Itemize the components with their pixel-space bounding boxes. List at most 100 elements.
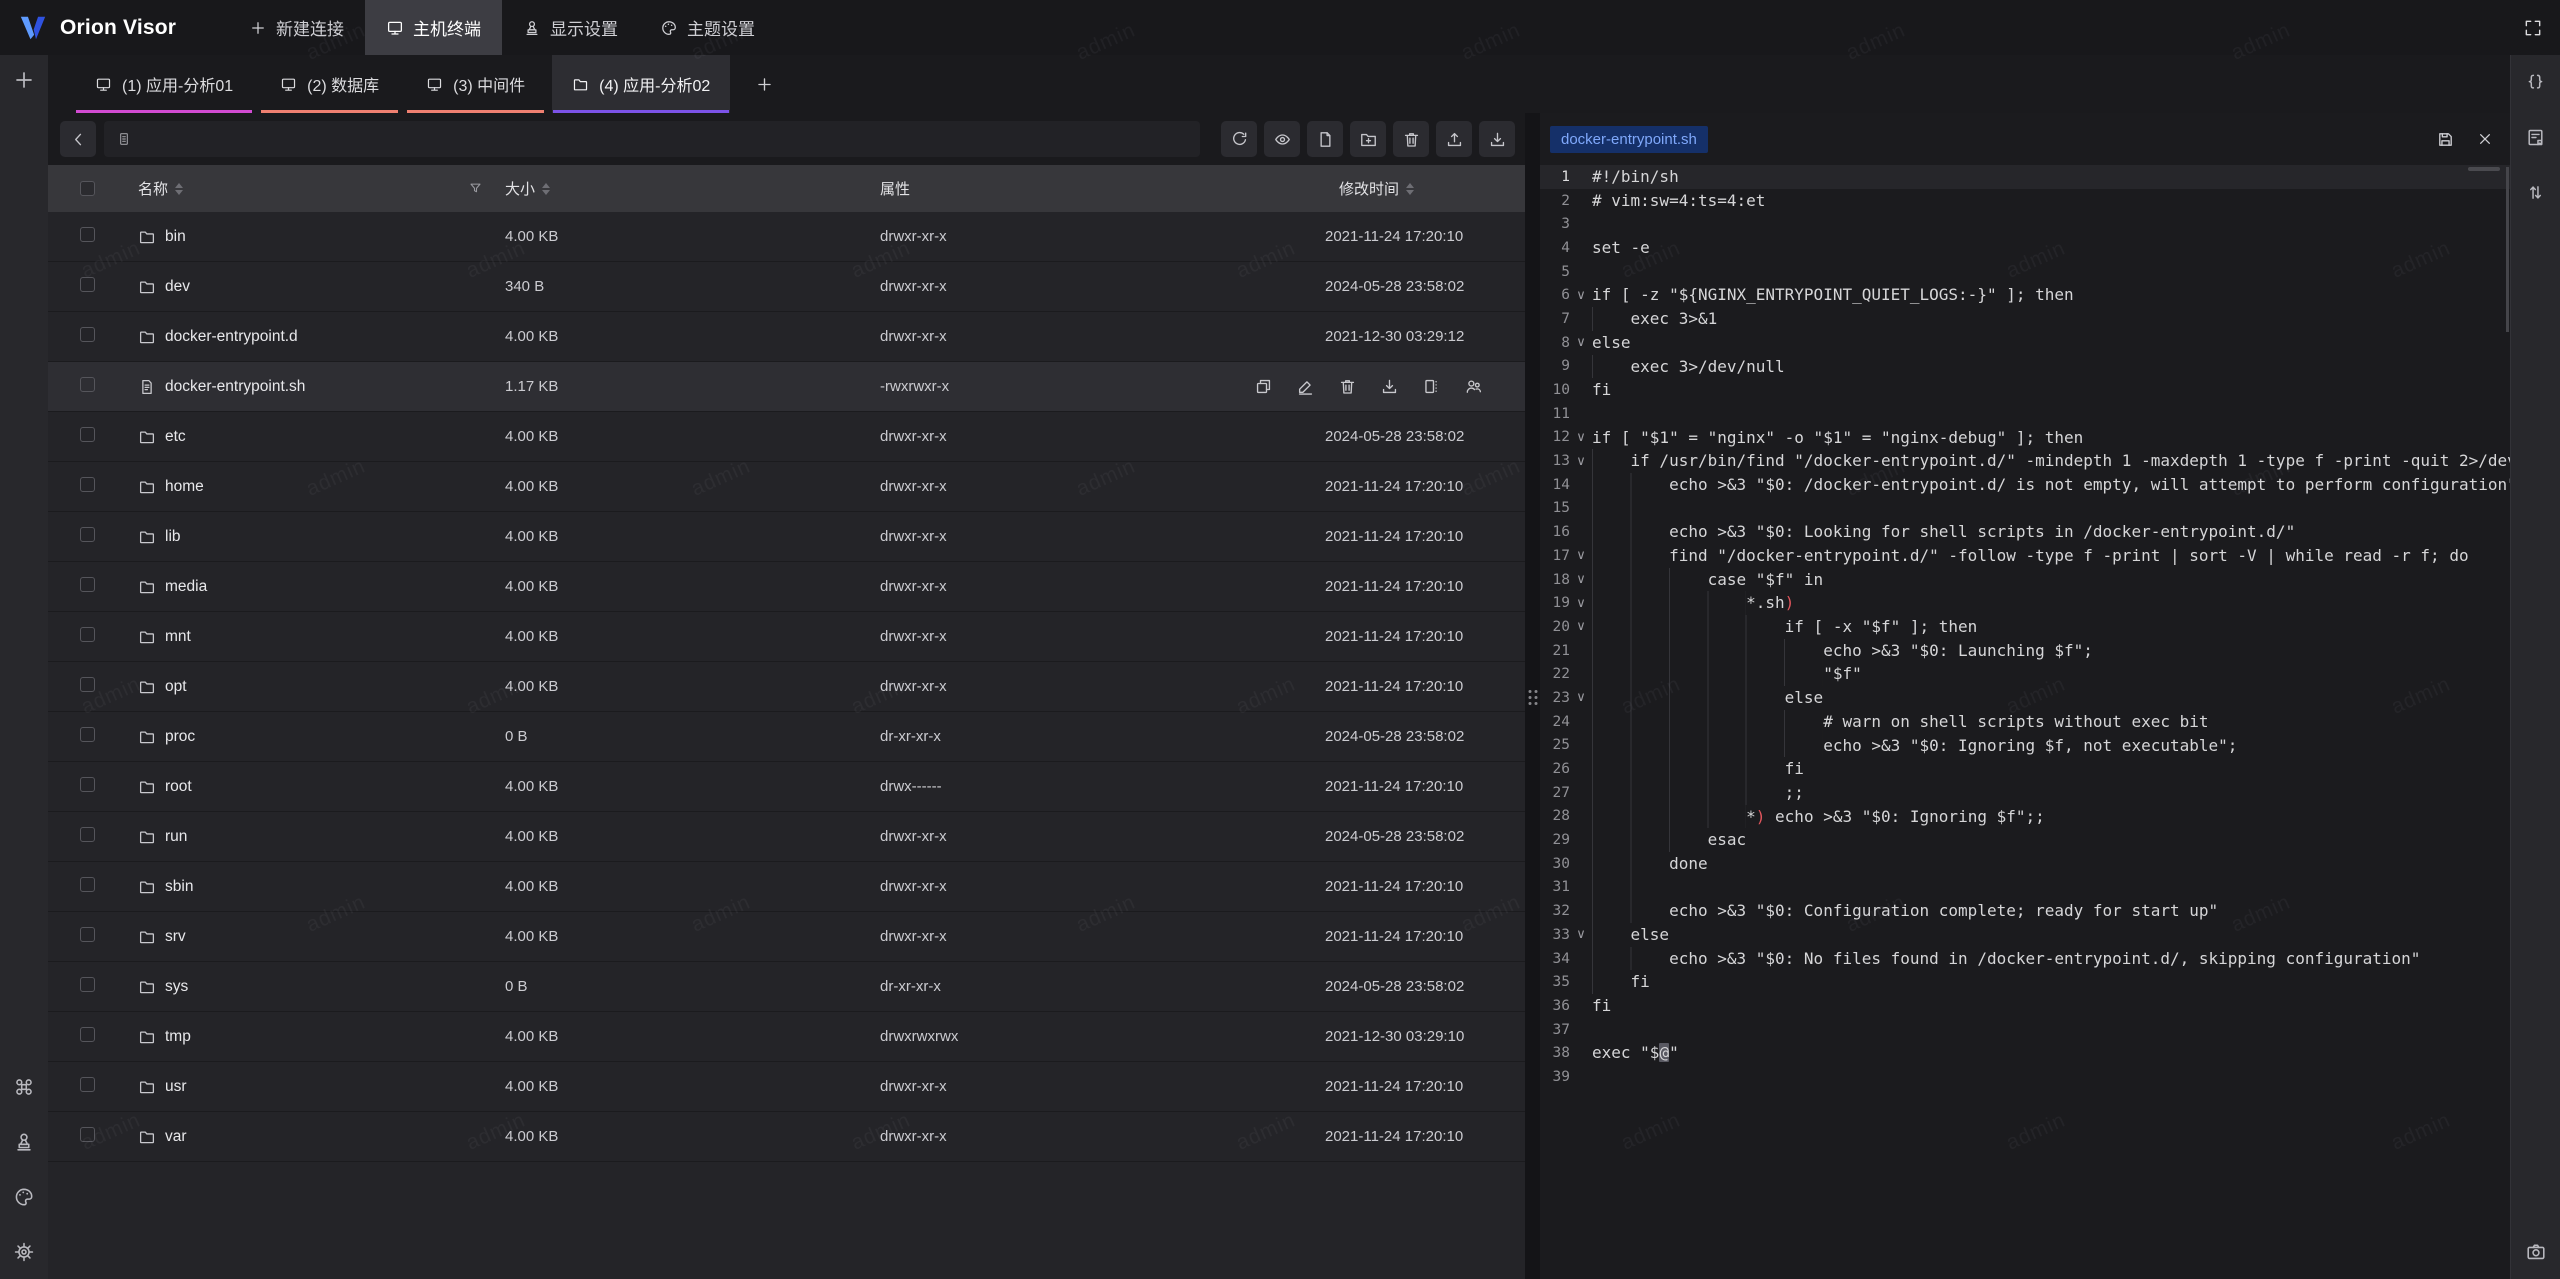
file-name[interactable]: home bbox=[165, 478, 204, 496]
editor-file-tab[interactable]: docker-entrypoint.sh bbox=[1550, 126, 1708, 153]
file-row[interactable]: var4.00 KBdrwxr-xr-x2021-11-24 17:20:10 bbox=[48, 1112, 1525, 1162]
select-all-checkbox[interactable] bbox=[80, 181, 95, 196]
fold-arrow-icon[interactable]: ∨ bbox=[1570, 288, 1592, 303]
row-checkbox[interactable] bbox=[80, 827, 95, 842]
file-row[interactable]: opt4.00 KBdrwxr-xr-x2021-11-24 17:20:10 bbox=[48, 662, 1525, 712]
fold-arrow-icon[interactable]: ∨ bbox=[1570, 619, 1592, 634]
file-row[interactable]: mnt4.00 KBdrwxr-xr-x2021-11-24 17:20:10 bbox=[48, 612, 1525, 662]
file-name[interactable]: srv bbox=[165, 928, 186, 946]
fold-arrow-icon[interactable]: ∨ bbox=[1570, 690, 1592, 705]
file-name[interactable]: docker-entrypoint.d bbox=[165, 328, 298, 346]
file-row[interactable]: docker-entrypoint.sh1.17 KB-rwxrwxr-x bbox=[48, 362, 1525, 412]
fold-arrow-icon[interactable]: ∨ bbox=[1570, 548, 1592, 563]
terminal-tab[interactable]: (3) 中间件 bbox=[406, 55, 545, 113]
upload-button[interactable] bbox=[1436, 121, 1472, 157]
refresh-button[interactable] bbox=[1221, 121, 1257, 157]
fold-arrow-icon[interactable]: ∨ bbox=[1570, 430, 1592, 445]
file-row[interactable]: proc0 Bdr-xr-xr-x2024-05-28 23:58:02 bbox=[48, 712, 1525, 762]
sort-size-icon[interactable] bbox=[542, 183, 550, 195]
copy-action-button[interactable] bbox=[1254, 377, 1273, 396]
row-checkbox[interactable] bbox=[80, 927, 95, 942]
palette-button[interactable] bbox=[7, 1180, 41, 1214]
fold-arrow-icon[interactable]: ∨ bbox=[1570, 927, 1592, 942]
move-action-button[interactable] bbox=[1422, 377, 1441, 396]
path-list-icon[interactable] bbox=[116, 131, 132, 147]
fold-arrow-icon[interactable]: ∨ bbox=[1570, 454, 1592, 469]
file-name[interactable]: opt bbox=[165, 678, 187, 696]
column-name[interactable]: 名称 bbox=[138, 178, 168, 199]
row-checkbox[interactable] bbox=[80, 1027, 95, 1042]
row-checkbox[interactable] bbox=[80, 777, 95, 792]
nav-item-stamp[interactable]: 显示设置 bbox=[502, 0, 639, 55]
trash-action-button[interactable] bbox=[1338, 377, 1357, 396]
download-button[interactable] bbox=[1479, 121, 1515, 157]
eye-button[interactable] bbox=[1264, 121, 1300, 157]
row-checkbox[interactable] bbox=[80, 627, 95, 642]
file-row[interactable]: run4.00 KBdrwxr-xr-x2024-05-28 23:58:02 bbox=[48, 812, 1525, 862]
save-button[interactable] bbox=[2430, 124, 2460, 154]
splitter-grip-icon[interactable] bbox=[1528, 690, 1537, 705]
file-row[interactable]: lib4.00 KBdrwxr-xr-x2021-11-24 17:20:10 bbox=[48, 512, 1525, 562]
file-name[interactable]: etc bbox=[165, 428, 186, 446]
row-checkbox[interactable] bbox=[80, 577, 95, 592]
file-row[interactable]: usr4.00 KBdrwxr-xr-x2021-11-24 17:20:10 bbox=[48, 1062, 1525, 1112]
file-row[interactable]: home4.00 KBdrwxr-xr-x2021-11-24 17:20:10 bbox=[48, 462, 1525, 512]
column-size[interactable]: 大小 bbox=[505, 178, 535, 199]
file-name[interactable]: tmp bbox=[165, 1028, 191, 1046]
row-checkbox[interactable] bbox=[80, 977, 95, 992]
file-name[interactable]: run bbox=[165, 828, 187, 846]
nav-item-plus[interactable]: 新建连接 bbox=[228, 0, 365, 55]
code-editor[interactable]: 1#!/bin/sh2# vim:sw=4:ts=4:et34set -e56∨… bbox=[1540, 165, 2510, 1279]
file-row[interactable]: bin4.00 KBdrwxr-xr-x2021-11-24 17:20:10 bbox=[48, 212, 1525, 262]
stamp-button[interactable] bbox=[7, 1125, 41, 1159]
plus-button[interactable] bbox=[7, 63, 41, 97]
file-row[interactable]: sys0 Bdr-xr-xr-x2024-05-28 23:58:02 bbox=[48, 962, 1525, 1012]
file-name[interactable]: var bbox=[165, 1128, 187, 1146]
nav-item-monitor[interactable]: 主机终端 bbox=[365, 0, 502, 55]
file-name[interactable]: lib bbox=[165, 528, 181, 546]
fold-arrow-icon[interactable]: ∨ bbox=[1570, 335, 1592, 350]
fold-arrow-icon[interactable]: ∨ bbox=[1570, 596, 1592, 611]
file-name[interactable]: bin bbox=[165, 228, 186, 246]
editor-vertical-scrollbar[interactable] bbox=[2506, 167, 2509, 332]
file-name[interactable]: media bbox=[165, 578, 207, 596]
editor-scrollbar-thumb[interactable] bbox=[2468, 167, 2500, 171]
gear-button[interactable] bbox=[7, 1235, 41, 1269]
file-row[interactable]: docker-entrypoint.d4.00 KBdrwxr-xr-x2021… bbox=[48, 312, 1525, 362]
sort-name-icon[interactable] bbox=[175, 183, 183, 195]
row-checkbox[interactable] bbox=[80, 1077, 95, 1092]
file-row[interactable]: etc4.00 KBdrwxr-xr-x2024-05-28 23:58:02 bbox=[48, 412, 1525, 462]
terminal-tab[interactable]: (2) 数据库 bbox=[260, 55, 399, 113]
fullscreen-button[interactable] bbox=[2519, 14, 2547, 42]
terminal-tab[interactable]: (4) 应用-分析02 bbox=[552, 55, 730, 113]
file-name[interactable]: dev bbox=[165, 278, 190, 296]
row-checkbox[interactable] bbox=[80, 527, 95, 542]
row-checkbox[interactable] bbox=[80, 377, 95, 392]
file-row[interactable]: tmp4.00 KBdrwxrwxrwx2021-12-30 03:29:10 bbox=[48, 1012, 1525, 1062]
file-name[interactable]: docker-entrypoint.sh bbox=[165, 378, 305, 396]
new-folder-button[interactable] bbox=[1350, 121, 1386, 157]
panel-splitter[interactable] bbox=[1525, 113, 1540, 1279]
column-mtime[interactable]: 修改时间 bbox=[1339, 178, 1399, 199]
camera-button[interactable] bbox=[2519, 1235, 2553, 1269]
nav-item-palette[interactable]: 主题设置 bbox=[639, 0, 776, 55]
fold-arrow-icon[interactable]: ∨ bbox=[1570, 572, 1592, 587]
row-checkbox[interactable] bbox=[80, 727, 95, 742]
file-name[interactable]: proc bbox=[165, 728, 195, 746]
doc-bookmark-button[interactable] bbox=[2519, 120, 2553, 154]
swap-vertical-button[interactable] bbox=[2519, 175, 2553, 209]
file-row[interactable]: media4.00 KBdrwxr-xr-x2021-11-24 17:20:1… bbox=[48, 562, 1525, 612]
close-editor-button[interactable] bbox=[2470, 124, 2500, 154]
row-checkbox[interactable] bbox=[80, 877, 95, 892]
row-checkbox[interactable] bbox=[80, 477, 95, 492]
back-button[interactable] bbox=[60, 121, 96, 157]
file-name[interactable]: sys bbox=[165, 978, 188, 996]
file-name[interactable]: mnt bbox=[165, 628, 191, 646]
file-row[interactable]: srv4.00 KBdrwxr-xr-x2021-11-24 17:20:10 bbox=[48, 912, 1525, 962]
file-name[interactable]: usr bbox=[165, 1078, 187, 1096]
new-file-button[interactable] bbox=[1307, 121, 1343, 157]
path-input[interactable] bbox=[104, 121, 1200, 157]
file-name[interactable]: root bbox=[165, 778, 192, 796]
add-tab-button[interactable] bbox=[747, 67, 781, 101]
row-checkbox[interactable] bbox=[80, 327, 95, 342]
